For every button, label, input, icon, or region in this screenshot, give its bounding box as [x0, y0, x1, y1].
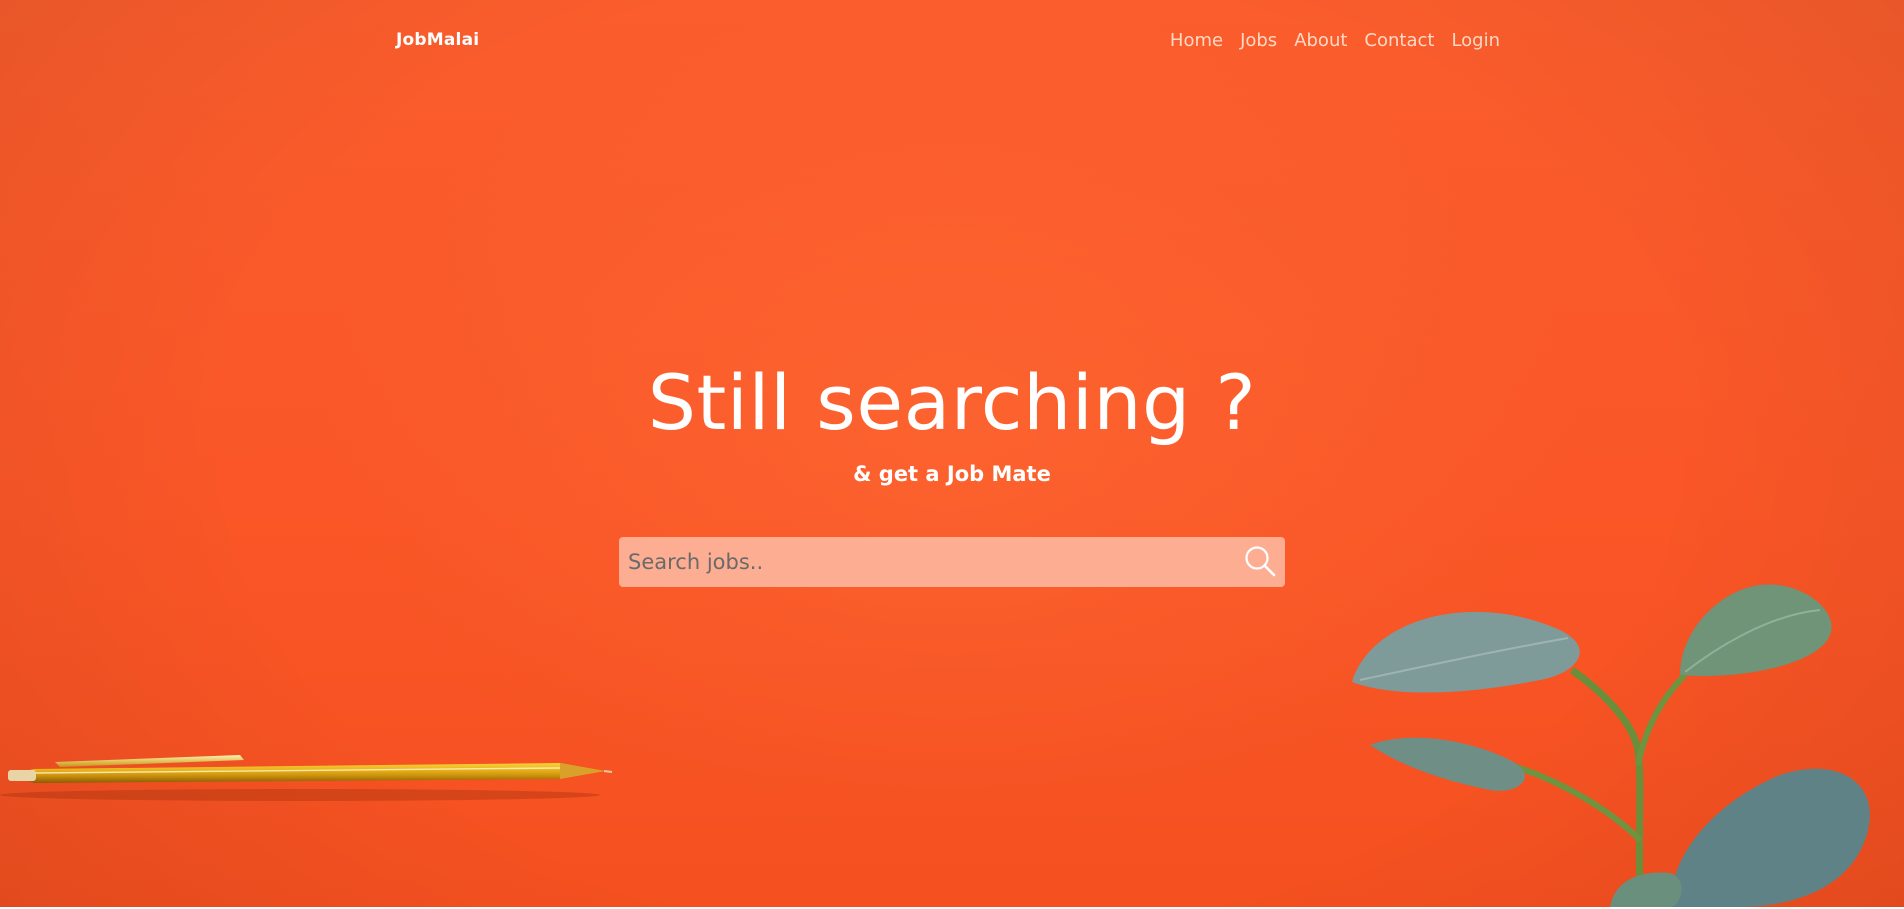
nav-link-login[interactable]: Login: [1451, 30, 1500, 51]
brand-logo[interactable]: JobMalai: [396, 30, 479, 50]
nav-item-login: Login: [1451, 30, 1500, 51]
nav-item-about: About: [1294, 30, 1347, 51]
search-icon: [1243, 545, 1277, 581]
plant-image: [1352, 584, 1870, 907]
search-box: [619, 537, 1285, 587]
search-button[interactable]: [1239, 541, 1281, 583]
nav-item-home: Home: [1170, 30, 1223, 51]
navbar: JobMalai Home Jobs About Contact Login: [0, 0, 1904, 84]
nav-item-jobs: Jobs: [1240, 30, 1277, 51]
hero-tagline: & get a Job Mate: [853, 462, 1051, 486]
nav-links: Home Jobs About Contact Login: [1170, 30, 1500, 51]
nav-link-about[interactable]: About: [1294, 30, 1347, 51]
hero-headline: Still searching ?: [647, 358, 1257, 447]
hero-section: JobMalai Home Jobs About Contact Login S…: [0, 0, 1904, 907]
pen-image: [0, 755, 613, 801]
nav-link-jobs[interactable]: Jobs: [1240, 30, 1277, 51]
nav-item-contact: Contact: [1364, 30, 1434, 51]
nav-link-contact[interactable]: Contact: [1364, 30, 1434, 51]
nav-link-home[interactable]: Home: [1170, 30, 1223, 51]
search-input[interactable]: [619, 537, 1229, 587]
